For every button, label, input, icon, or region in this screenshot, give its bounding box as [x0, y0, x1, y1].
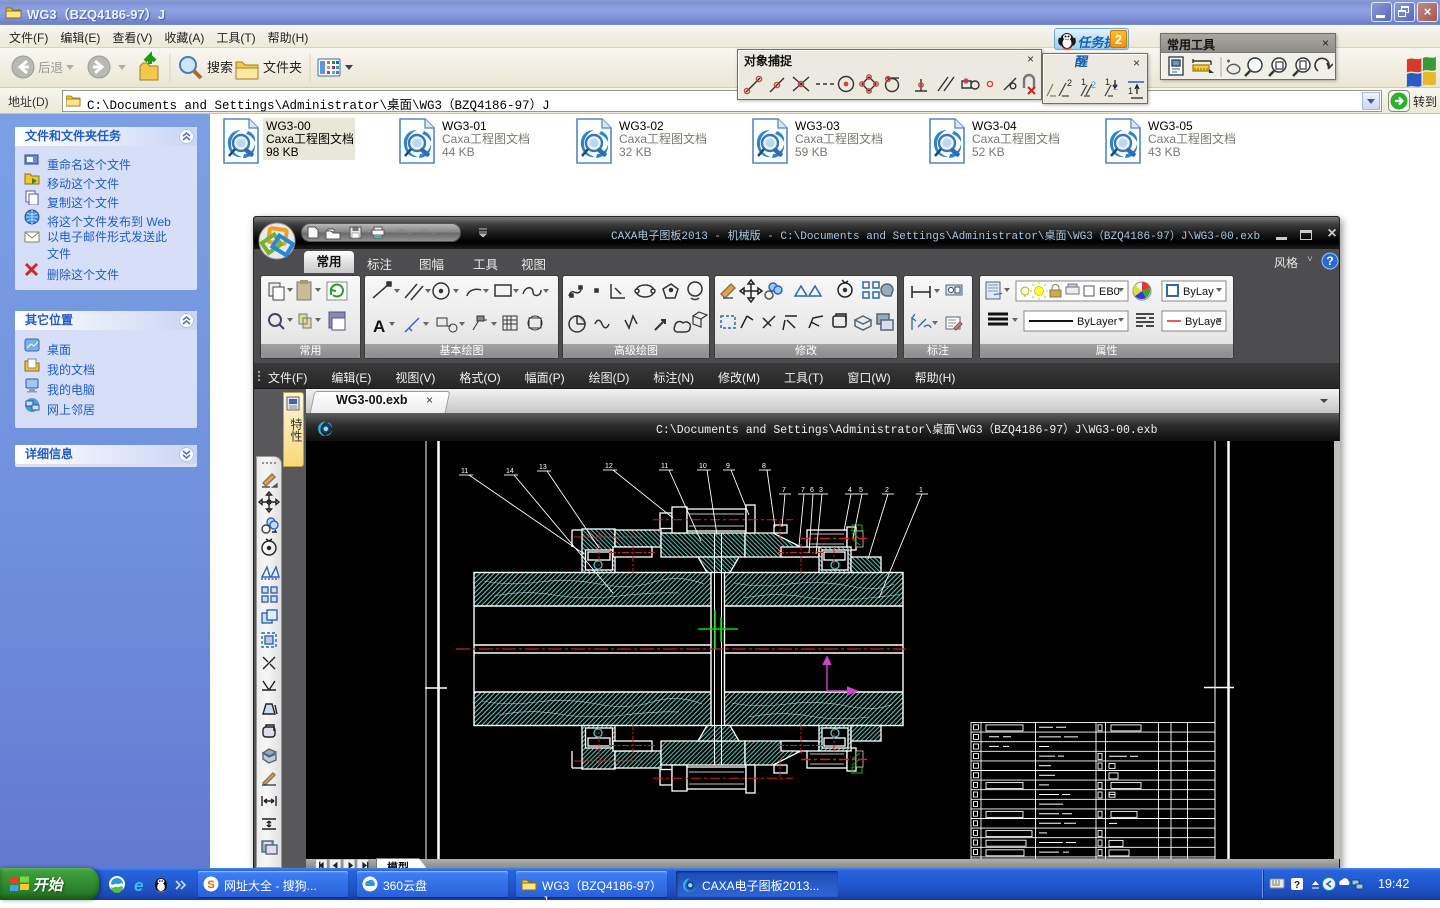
svg-text:EB0: EB0: [1099, 286, 1120, 298]
svg-text:1: 1: [919, 487, 923, 494]
svg-text:14: 14: [506, 468, 514, 475]
svg-text:1: 1: [1081, 77, 1086, 87]
svg-text:后退: 后退: [38, 61, 64, 75]
svg-text:8: 8: [762, 463, 766, 470]
svg-text:e: e: [134, 876, 143, 895]
svg-text:2: 2: [1091, 80, 1096, 90]
svg-text:9: 9: [726, 463, 730, 470]
svg-text:2: 2: [1067, 78, 1072, 88]
svg-text:文件夹: 文件夹: [263, 60, 302, 75]
svg-text:2: 2: [885, 487, 889, 494]
svg-text:A: A: [373, 317, 385, 336]
svg-text:1: 1: [1128, 86, 1133, 96]
svg-text:?: ?: [1294, 880, 1300, 891]
svg-text:5: 5: [859, 487, 863, 494]
svg-text:10: 10: [699, 463, 707, 470]
svg-text:6: 6: [810, 487, 814, 494]
svg-text:13: 13: [539, 464, 547, 471]
svg-text:11: 11: [661, 463, 668, 470]
svg-text:搜索: 搜索: [207, 60, 233, 75]
svg-text:3: 3: [819, 487, 823, 494]
svg-text:?: ?: [1326, 254, 1333, 268]
svg-text:1: 1: [1105, 77, 1110, 87]
svg-text:ByLaye: ByLaye: [1185, 316, 1222, 328]
svg-text:7: 7: [801, 487, 805, 494]
svg-text:ByLay: ByLay: [1183, 286, 1214, 298]
svg-text:7: 7: [782, 487, 786, 494]
svg-text:12: 12: [605, 463, 613, 470]
svg-text:S: S: [207, 879, 214, 891]
svg-text:4: 4: [848, 487, 852, 494]
svg-text:ByLayer: ByLayer: [1077, 316, 1118, 328]
svg-text:11: 11: [461, 468, 468, 475]
